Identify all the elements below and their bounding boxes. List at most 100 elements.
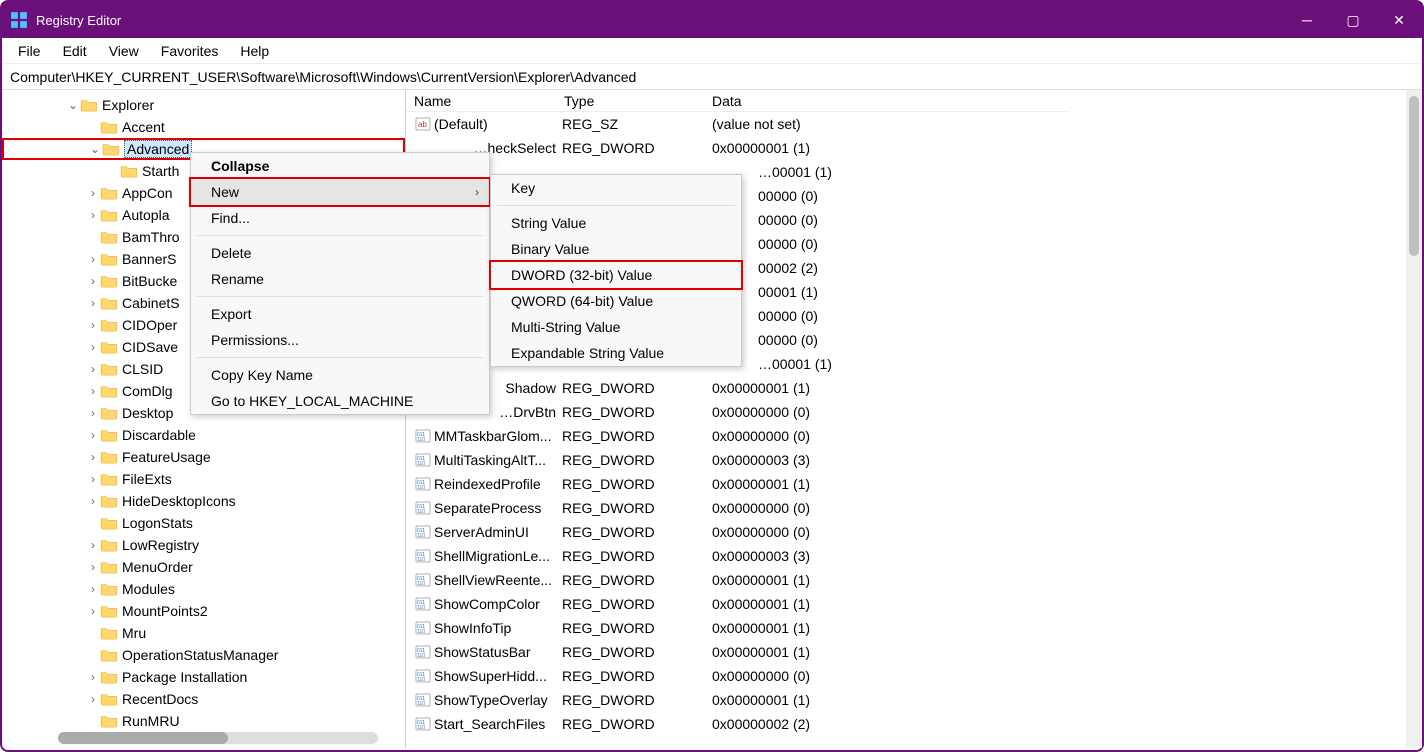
tree-item[interactable]: Mru bbox=[2, 622, 405, 644]
tree-item[interactable]: ›MenuOrder bbox=[2, 556, 405, 578]
value-type: REG_DWORD bbox=[562, 644, 712, 660]
values-vertical-scrollbar[interactable] bbox=[1406, 90, 1422, 748]
expander-icon[interactable]: › bbox=[86, 670, 100, 684]
menu-item-label: Collapse bbox=[211, 158, 269, 174]
value-row[interactable]: 011110…DrvBtnREG_DWORD0x00000000 (0) bbox=[406, 400, 1070, 424]
expander-icon[interactable]: › bbox=[86, 362, 100, 376]
context-menu-item[interactable]: Find... bbox=[191, 205, 489, 231]
submenu-item[interactable]: DWORD (32-bit) Value bbox=[491, 262, 741, 288]
tree-item[interactable]: ›MountPoints2 bbox=[2, 600, 405, 622]
value-row[interactable]: 011110ShowCompColorREG_DWORD0x00000001 (… bbox=[406, 592, 1070, 616]
value-row[interactable]: 011110ShowInfoTipREG_DWORD0x00000001 (1) bbox=[406, 616, 1070, 640]
expander-icon[interactable]: › bbox=[86, 472, 100, 486]
expander-icon[interactable]: › bbox=[86, 186, 100, 200]
tree-item[interactable]: RunMRU bbox=[2, 710, 405, 732]
column-data[interactable]: Data bbox=[712, 93, 1070, 109]
context-menu-item[interactable]: Permissions... bbox=[191, 327, 489, 353]
menu-edit[interactable]: Edit bbox=[53, 41, 97, 61]
context-submenu-new[interactable]: Key String Value Binary ValueDWORD (32-bit… bbox=[490, 174, 742, 367]
tree-item[interactable]: ›Package Installation bbox=[2, 666, 405, 688]
context-menu[interactable]: Collapse New›Find... Delete Rename ExportPer… bbox=[190, 152, 490, 415]
expander-icon[interactable]: › bbox=[86, 252, 100, 266]
expander-icon[interactable]: › bbox=[86, 406, 100, 420]
value-row[interactable]: 011110ShadowREG_DWORD0x00000001 (1) bbox=[406, 376, 1070, 400]
submenu-item[interactable]: Multi-String Value bbox=[491, 314, 741, 340]
expander-icon[interactable]: › bbox=[86, 384, 100, 398]
menu-item-label: String Value bbox=[511, 215, 586, 231]
expander-icon[interactable]: › bbox=[86, 428, 100, 442]
tree-item[interactable]: Accent bbox=[2, 116, 405, 138]
expander-icon[interactable]: › bbox=[86, 274, 100, 288]
expander-icon[interactable]: › bbox=[86, 340, 100, 354]
value-name: ShowSuperHidd... bbox=[434, 668, 562, 684]
value-row[interactable]: 011110ShowTypeOverlayREG_DWORD0x00000001… bbox=[406, 688, 1070, 712]
submenu-item[interactable]: Binary Value bbox=[491, 236, 741, 262]
expander-icon[interactable]: › bbox=[86, 538, 100, 552]
value-row[interactable]: 011110Start_SearchFilesREG_DWORD0x000000… bbox=[406, 712, 1070, 736]
menu-favorites[interactable]: Favorites bbox=[151, 41, 229, 61]
context-menu-item[interactable]: Export bbox=[191, 301, 489, 327]
expander-icon[interactable]: › bbox=[86, 494, 100, 508]
minimize-button[interactable]: ─ bbox=[1284, 2, 1330, 38]
context-menu-item[interactable]: Copy Key Name bbox=[191, 362, 489, 388]
tree-item-explorer[interactable]: ⌄ Explorer bbox=[2, 94, 405, 116]
value-row[interactable]: 011110ShellViewReente...REG_DWORD0x00000… bbox=[406, 568, 1070, 592]
expander-icon[interactable]: › bbox=[86, 318, 100, 332]
value-row[interactable]: 011110SeparateProcessREG_DWORD0x00000000… bbox=[406, 496, 1070, 520]
menu-help[interactable]: Help bbox=[230, 41, 279, 61]
menu-view[interactable]: View bbox=[99, 41, 149, 61]
tree-label: Explorer bbox=[102, 97, 154, 113]
tree-item[interactable]: ›Modules bbox=[2, 578, 405, 600]
expander-icon[interactable]: › bbox=[86, 208, 100, 222]
expander-icon[interactable]: › bbox=[86, 582, 100, 596]
address-bar[interactable]: Computer\HKEY_CURRENT_USER\Software\Micr… bbox=[2, 64, 1422, 90]
context-menu-item[interactable]: Go to HKEY_LOCAL_MACHINE bbox=[191, 388, 489, 414]
menu-file[interactable]: File bbox=[8, 41, 51, 61]
context-menu-item[interactable]: Collapse bbox=[191, 153, 489, 179]
expander-icon[interactable]: ⌄ bbox=[88, 142, 102, 156]
value-row[interactable]: ab(Default)REG_SZ(value not set) bbox=[406, 112, 1070, 136]
expander-icon[interactable]: › bbox=[86, 692, 100, 706]
tree-item[interactable]: LogonStats bbox=[2, 512, 405, 534]
maximize-button[interactable]: ▢ bbox=[1330, 2, 1376, 38]
expander-icon[interactable]: › bbox=[86, 296, 100, 310]
value-name: ShellMigrationLe... bbox=[434, 548, 562, 564]
value-row[interactable]: 011110…heckSelectREG_DWORD0x00000001 (1) bbox=[406, 136, 1070, 160]
tree-item[interactable]: OperationStatusManager bbox=[2, 644, 405, 666]
tree-label: Discardable bbox=[122, 427, 196, 443]
submenu-item[interactable]: QWORD (64-bit) Value bbox=[491, 288, 741, 314]
value-row[interactable]: 011110ShowSuperHidd...REG_DWORD0x0000000… bbox=[406, 664, 1070, 688]
expander-icon[interactable]: › bbox=[86, 604, 100, 618]
value-row[interactable]: 011110ServerAdminUIREG_DWORD0x00000000 (… bbox=[406, 520, 1070, 544]
submenu-item[interactable]: Expandable String Value bbox=[491, 340, 741, 366]
column-type[interactable]: Type bbox=[564, 93, 712, 109]
scrollbar-thumb[interactable] bbox=[1409, 96, 1419, 256]
column-name[interactable]: Name bbox=[414, 93, 564, 109]
tree-item[interactable]: ›RecentDocs bbox=[2, 688, 405, 710]
value-row[interactable]: 011110ShowStatusBarREG_DWORD0x00000001 (… bbox=[406, 640, 1070, 664]
menu-item-label: Delete bbox=[211, 245, 251, 261]
value-row[interactable]: 011110MMTaskbarGlom...REG_DWORD0x0000000… bbox=[406, 424, 1070, 448]
value-name: ReindexedProfile bbox=[434, 476, 562, 492]
context-menu-item[interactable]: Delete bbox=[191, 240, 489, 266]
context-menu-item[interactable]: Rename bbox=[191, 266, 489, 292]
svg-text:110: 110 bbox=[417, 557, 425, 563]
value-row[interactable]: 011110ShellMigrationLe...REG_DWORD0x0000… bbox=[406, 544, 1070, 568]
expander-icon[interactable]: › bbox=[86, 450, 100, 464]
value-row[interactable]: 011110MultiTaskingAltT...REG_DWORD0x0000… bbox=[406, 448, 1070, 472]
value-data: 00000 (0) bbox=[712, 212, 1070, 228]
close-button[interactable]: ✕ bbox=[1376, 2, 1422, 38]
tree-item[interactable]: ›LowRegistry bbox=[2, 534, 405, 556]
value-row[interactable]: 011110ReindexedProfileREG_DWORD0x0000000… bbox=[406, 472, 1070, 496]
tree-item[interactable]: ›FileExts bbox=[2, 468, 405, 490]
submenu-item[interactable]: String Value bbox=[491, 210, 741, 236]
chevron-down-icon[interactable]: ⌄ bbox=[66, 98, 80, 112]
expander-icon[interactable]: › bbox=[86, 560, 100, 574]
tree-item[interactable]: ›HideDesktopIcons bbox=[2, 490, 405, 512]
submenu-item[interactable]: Key bbox=[491, 175, 741, 201]
tree-horizontal-scrollbar[interactable] bbox=[58, 732, 378, 744]
tree-item[interactable]: › Discardable bbox=[2, 424, 405, 446]
tree-item[interactable]: ›FeatureUsage bbox=[2, 446, 405, 468]
context-menu-item[interactable]: New› bbox=[191, 179, 489, 205]
scrollbar-thumb[interactable] bbox=[58, 732, 228, 744]
